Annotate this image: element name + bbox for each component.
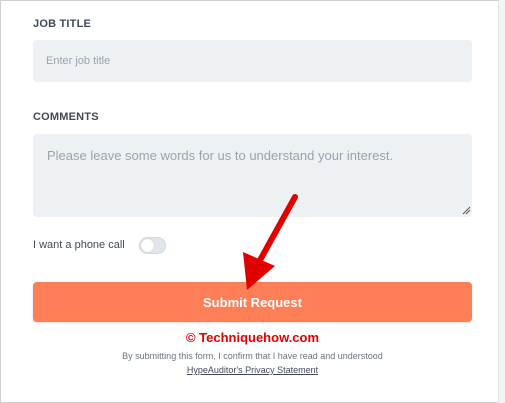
phone-call-toggle[interactable]	[139, 237, 166, 254]
privacy-statement: HypeAuditor's Privacy Statement	[0, 365, 505, 375]
toggle-knob	[141, 239, 154, 252]
job-title-label: JOB TITLE	[33, 18, 92, 30]
comments-label: COMMENTS	[33, 111, 99, 123]
phone-call-label: I want a phone call	[33, 239, 125, 251]
job-title-input[interactable]	[33, 40, 472, 82]
comments-textarea[interactable]	[33, 134, 472, 217]
consent-text: By submitting this form, I confirm that …	[122, 351, 383, 361]
watermark-text: © Techniquehow.com	[185, 330, 320, 345]
privacy-statement-link[interactable]: HypeAuditor's Privacy Statement	[187, 365, 318, 375]
submit-request-button[interactable]: Submit Request	[33, 282, 472, 322]
resize-grip-icon[interactable]	[462, 206, 471, 215]
